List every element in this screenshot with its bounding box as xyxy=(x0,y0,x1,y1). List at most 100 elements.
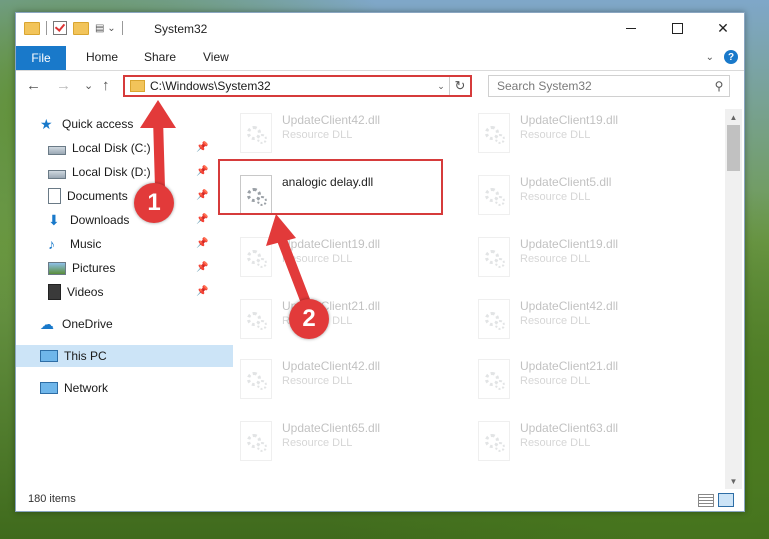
quick-access-toolbar: ▤ ⌄ xyxy=(24,21,123,35)
file-item[interactable]: UpdateClient21.dll Resource DLL xyxy=(236,295,456,341)
search-box[interactable]: ⚲ xyxy=(488,75,730,97)
file-type: Resource DLL xyxy=(520,253,591,265)
file-item[interactable]: UpdateClient5.dll Resource DLL xyxy=(474,171,694,217)
dll-file-icon xyxy=(478,359,510,399)
file-name: UpdateClient65.dll xyxy=(282,421,381,435)
sidebar-item-label: Videos xyxy=(67,285,104,299)
vertical-scrollbar[interactable]: ▲ ▼ xyxy=(725,109,742,489)
sidebar-item-label: Music xyxy=(70,237,102,251)
music-icon: ♪ xyxy=(48,236,55,252)
chevron-down-icon[interactable]: ⌄ xyxy=(433,81,449,92)
sidebar-item-label: Documents xyxy=(67,189,128,203)
file-type: Resource DLL xyxy=(520,315,591,327)
file-item[interactable]: UpdateClient65.dll Resource DLL xyxy=(236,417,456,463)
file-item[interactable]: UpdateClient42.dll Resource DLL xyxy=(236,355,456,401)
tab-file[interactable]: File xyxy=(16,46,66,70)
drive-icon xyxy=(48,145,66,155)
sidebar-item-network[interactable]: Network xyxy=(16,377,233,399)
file-item[interactable]: UpdateClient19.dll Resource DLL xyxy=(236,233,456,279)
sidebar-item-label: Local Disk (C:) xyxy=(72,141,151,155)
pictures-icon xyxy=(48,261,66,275)
pin-icon: 📌 xyxy=(196,142,209,153)
file-type: Resource DLL xyxy=(282,129,353,141)
forward-button[interactable]: → xyxy=(56,77,71,94)
step-1-badge: 1 xyxy=(134,183,174,223)
up-button[interactable]: ↑ xyxy=(102,77,110,94)
sidebar-item-label: This PC xyxy=(64,349,107,363)
back-button[interactable]: ← xyxy=(26,77,41,94)
large-icons-view-icon[interactable] xyxy=(718,493,734,507)
explorer-window: ▤ ⌄ System32 ✕ File Home Share View ⌄ ? … xyxy=(15,12,745,512)
sidebar-item-quick-access[interactable]: ★ Quick access xyxy=(16,113,233,135)
folder-icon xyxy=(130,80,145,92)
sidebar-item-pictures[interactable]: Pictures 📌 xyxy=(16,257,241,279)
file-item[interactable]: UpdateClient42.dll Resource DLL xyxy=(236,109,456,155)
download-icon: ⬇ xyxy=(48,212,60,228)
file-name: UpdateClient5.dll xyxy=(520,175,612,189)
sidebar-item-documents[interactable]: Documents 📌 xyxy=(16,185,241,207)
file-item[interactable]: UpdateClient21.dll Resource DLL xyxy=(474,355,694,401)
file-name: UpdateClient42.dll xyxy=(282,113,381,127)
computer-icon xyxy=(40,350,58,362)
close-button[interactable]: ✕ xyxy=(700,13,746,43)
file-type: Resource DLL xyxy=(520,129,591,141)
search-input[interactable] xyxy=(489,78,709,94)
sidebar-item-onedrive[interactable]: ☁ OneDrive xyxy=(16,313,233,335)
help-icon[interactable]: ? xyxy=(724,50,738,64)
status-bar: 180 items xyxy=(16,489,744,511)
scroll-thumb[interactable] xyxy=(727,125,740,171)
navigation-pane: ★ Quick access Local Disk (C:) 📌 Local D… xyxy=(16,109,233,489)
expand-ribbon-icon[interactable]: ⌄ xyxy=(706,52,714,63)
title-bar: ▤ ⌄ System32 ✕ xyxy=(16,13,744,46)
pin-icon: 📌 xyxy=(196,262,209,273)
sidebar-item-this-pc[interactable]: This PC xyxy=(16,345,233,367)
dll-file-icon xyxy=(240,359,272,399)
scroll-down-icon[interactable]: ▼ xyxy=(725,473,742,489)
minimize-icon xyxy=(626,27,636,29)
folder-icon xyxy=(24,21,40,35)
tab-home[interactable]: Home xyxy=(86,50,118,64)
search-icon[interactable]: ⚲ xyxy=(709,79,729,93)
pin-icon: 📌 xyxy=(196,238,209,249)
address-text[interactable]: C:\Windows\System32 xyxy=(150,79,433,93)
dll-file-icon xyxy=(240,299,272,339)
window-title: System32 xyxy=(154,22,208,36)
file-name: UpdateClient19.dll xyxy=(520,113,619,127)
pin-icon: 📌 xyxy=(196,214,209,225)
sidebar-item-label: Network xyxy=(64,381,109,395)
navigation-bar: ← → ⌄ ↑ C:\Windows\System32 ⌄ ↻ ⚲ xyxy=(16,73,744,101)
tab-view[interactable]: View xyxy=(203,50,229,64)
new-folder-icon[interactable] xyxy=(73,21,89,35)
minimize-button[interactable] xyxy=(608,13,654,43)
sidebar-item-local-disk-c[interactable]: Local Disk (C:) 📌 xyxy=(16,137,241,159)
file-item[interactable]: UpdateClient63.dll Resource DLL xyxy=(474,417,694,463)
sidebar-item-downloads[interactable]: ⬇ Downloads 📌 xyxy=(16,209,241,231)
maximize-button[interactable] xyxy=(654,13,700,43)
sidebar-item-local-disk-d[interactable]: Local Disk (D:) 📌 xyxy=(16,161,241,183)
sidebar-item-label: Downloads xyxy=(70,213,130,227)
details-view-icon[interactable] xyxy=(698,494,714,507)
address-bar[interactable]: C:\Windows\System32 ⌄ ↻ xyxy=(123,75,472,97)
divider xyxy=(121,21,123,35)
sidebar-item-videos[interactable]: Videos 📌 xyxy=(16,281,241,303)
dll-file-icon xyxy=(240,237,272,277)
file-type: Resource DLL xyxy=(282,253,353,265)
file-name: UpdateClient21.dll xyxy=(520,359,619,373)
file-highlight-box xyxy=(218,159,443,215)
refresh-button[interactable]: ↻ xyxy=(449,77,470,95)
dll-file-icon xyxy=(478,299,510,339)
ribbon: File Home Share View ⌄ ? xyxy=(16,46,744,71)
sidebar-item-label: Quick access xyxy=(62,117,134,131)
close-icon: ✕ xyxy=(717,19,729,36)
scroll-up-icon[interactable]: ▲ xyxy=(725,109,742,125)
file-item[interactable]: UpdateClient42.dll Resource DLL xyxy=(474,295,694,341)
file-item[interactable]: UpdateClient19.dll Resource DLL xyxy=(474,233,694,279)
customize-qat-icon[interactable]: ▤ ⌄ xyxy=(95,23,116,34)
properties-icon[interactable] xyxy=(53,21,67,35)
recent-locations-button[interactable]: ⌄ xyxy=(84,79,93,92)
file-name: UpdateClient19.dll xyxy=(520,237,619,251)
dll-file-icon xyxy=(240,421,272,461)
sidebar-item-music[interactable]: ♪ Music 📌 xyxy=(16,233,241,255)
file-item[interactable]: UpdateClient19.dll Resource DLL xyxy=(474,109,694,155)
tab-share[interactable]: Share xyxy=(144,50,176,64)
